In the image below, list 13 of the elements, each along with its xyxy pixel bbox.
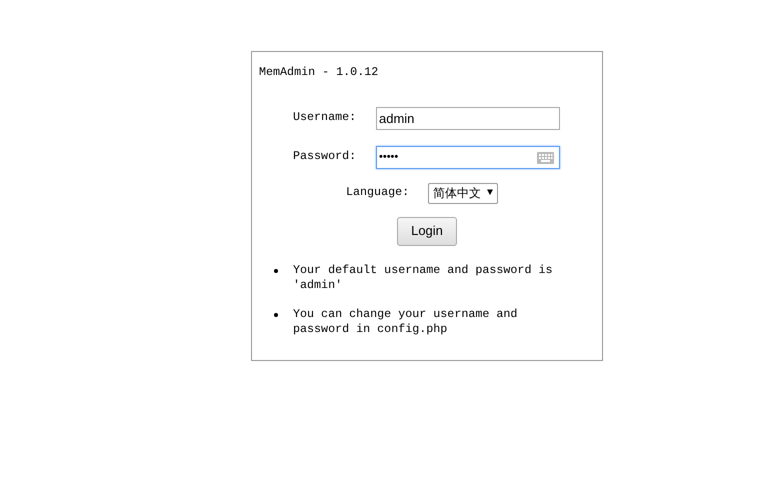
help-note: You can change your username and password in config.php — [293, 306, 518, 337]
password-label: Password: — [293, 148, 358, 166]
username-field[interactable]: admin — [376, 106, 560, 130]
bullet-icon — [274, 312, 278, 317]
bullet-icon — [274, 268, 278, 273]
help-note: Your default username and password is 'admin' — [293, 262, 554, 293]
password-field[interactable]: ••••• — [376, 146, 560, 169]
language-label: Language: — [346, 184, 410, 202]
language-select[interactable]: 简体中文 ▼ — [428, 182, 498, 204]
keyboard-icon[interactable] — [537, 152, 554, 164]
username-label: Username: — [293, 109, 358, 126]
app-title: MemAdmin - 1.0.12 — [259, 64, 378, 81]
login-button[interactable]: Login — [397, 216, 457, 246]
